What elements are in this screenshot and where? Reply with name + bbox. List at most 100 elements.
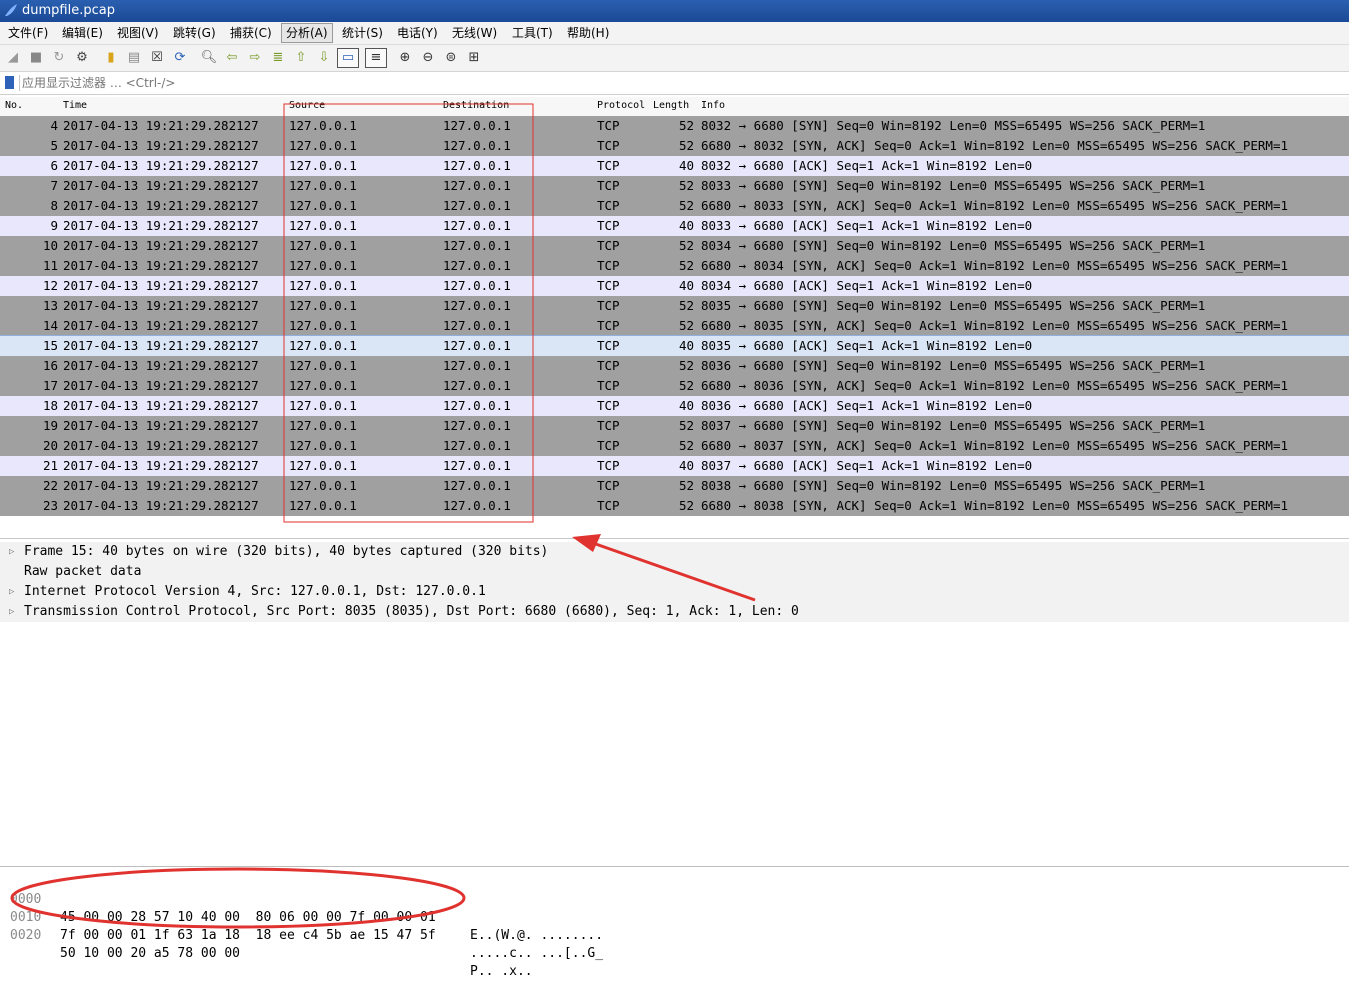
packet-length: 52 [678, 318, 694, 333]
packet-source: 127.0.0.1 [289, 178, 357, 193]
menu-tools[interactable]: 工具(T) [508, 24, 557, 42]
menu-analyze[interactable]: 分析(A) [281, 23, 333, 43]
restart-capture-icon[interactable]: ↻ [50, 49, 68, 67]
packet-row[interactable]: 10 2017-04-13 19:21:29.282127 127.0.0.1 127… [0, 236, 1349, 256]
go-back-icon[interactable]: ⇦ [223, 49, 241, 67]
last-packet-icon[interactable]: ⇩ [315, 49, 333, 67]
packet-info: 8037 → 6680 [ACK] Seq=1 Ack=1 Win=8192 L… [701, 458, 1033, 473]
column-header-length[interactable]: Length [653, 100, 689, 111]
zoom-out-icon[interactable]: ⊖ [419, 49, 437, 67]
packet-row[interactable]: 15 2017-04-13 19:21:29.282127 127.0.0.1 127… [0, 335, 1349, 357]
packet-length: 52 [678, 478, 694, 493]
packet-time: 2017-04-13 19:21:29.282127 [63, 358, 259, 373]
menu-go[interactable]: 跳转(G) [169, 24, 220, 42]
menu-telephony[interactable]: 电话(Y) [393, 24, 442, 42]
packet-number: 12 [42, 278, 58, 293]
expand-triangle-icon[interactable]: ▷ [9, 542, 14, 562]
save-file-icon[interactable]: ▤ [125, 49, 143, 67]
packet-row[interactable]: 13 2017-04-13 19:21:29.282127 127.0.0.1 127… [0, 296, 1349, 316]
bytes-row[interactable]: 0000 45 00 00 28 57 10 40 00 80 06 00 00… [0, 873, 1349, 943]
detail-tcp[interactable]: ▷ Transmission Control Protocol, Src Por… [0, 602, 1349, 622]
packet-length: 52 [678, 138, 694, 153]
colorize-icon[interactable]: ≡ [365, 48, 387, 68]
menu-file[interactable]: 文件(F) [4, 24, 52, 42]
detail-raw-data[interactable]: Raw packet data [0, 562, 1349, 582]
go-forward-icon[interactable]: ⇨ [246, 49, 264, 67]
packet-row[interactable]: 23 2017-04-13 19:21:29.282127 127.0.0.1 127… [0, 496, 1349, 516]
close-file-icon[interactable]: ☒ [148, 49, 166, 67]
packet-list: No. Time Source Destination Protocol Len… [0, 97, 1349, 533]
resize-columns-icon[interactable]: ⊞ [465, 49, 483, 67]
packet-row[interactable]: 6 2017-04-13 19:21:29.282127 127.0.0.1 127.… [0, 156, 1349, 176]
detail-frame[interactable]: ▷ Frame 15: 40 bytes on wire (320 bits),… [0, 542, 1349, 562]
menu-view[interactable]: 视图(V) [113, 24, 163, 42]
packet-source: 127.0.0.1 [289, 298, 357, 313]
menu-capture[interactable]: 捕获(C) [226, 24, 276, 42]
packet-destination: 127.0.0.1 [443, 258, 511, 273]
packet-row[interactable]: 9 2017-04-13 19:21:29.282127 127.0.0.1 127.… [0, 216, 1349, 236]
packet-protocol: TCP [597, 258, 620, 273]
packet-row[interactable]: 12 2017-04-13 19:21:29.282127 127.0.0.1 127… [0, 276, 1349, 296]
start-capture-icon[interactable]: ◢ [4, 49, 22, 67]
packet-row[interactable]: 5 2017-04-13 19:21:29.282127 127.0.0.1 127.… [0, 136, 1349, 156]
expand-triangle-icon[interactable]: ▷ [9, 582, 14, 602]
packet-row[interactable]: 20 2017-04-13 19:21:29.282127 127.0.0.1 127… [0, 436, 1349, 456]
packet-row[interactable]: 4 2017-04-13 19:21:29.282127 127.0.0.1 127.… [0, 116, 1349, 136]
packet-source: 127.0.0.1 [289, 438, 357, 453]
packet-row[interactable]: 16 2017-04-13 19:21:29.282127 127.0.0.1 127… [0, 356, 1349, 376]
packet-row[interactable]: 14 2017-04-13 19:21:29.282127 127.0.0.1 127… [0, 316, 1349, 336]
filter-bookmark-icon[interactable] [5, 76, 14, 89]
bytes-row[interactable]: 0020 50 10 00 20 a5 78 00 00 P.. .x.. [0, 909, 1349, 979]
capture-options-icon[interactable]: ⚙ [73, 49, 91, 67]
packet-protocol: TCP [597, 198, 620, 213]
column-header-destination[interactable]: Destination [443, 100, 509, 111]
packet-row[interactable]: 11 2017-04-13 19:21:29.282127 127.0.0.1 127… [0, 256, 1349, 276]
packet-number: 21 [42, 458, 58, 473]
packet-destination: 127.0.0.1 [443, 458, 511, 473]
go-to-packet-icon[interactable]: ≣ [269, 49, 287, 67]
menu-help[interactable]: 帮助(H) [563, 24, 613, 42]
packet-protocol: TCP [597, 278, 620, 293]
display-filter-input[interactable] [22, 74, 1342, 91]
auto-scroll-icon[interactable]: ▭ [337, 48, 359, 68]
packet-protocol: TCP [597, 418, 620, 433]
packet-row[interactable]: 19 2017-04-13 19:21:29.282127 127.0.0.1 127… [0, 416, 1349, 436]
packet-source: 127.0.0.1 [289, 198, 357, 213]
packet-row[interactable]: 22 2017-04-13 19:21:29.282127 127.0.0.1 127… [0, 476, 1349, 496]
packet-time: 2017-04-13 19:21:29.282127 [63, 378, 259, 393]
menu-edit[interactable]: 编辑(E) [58, 24, 107, 42]
packet-row[interactable]: 18 2017-04-13 19:21:29.282127 127.0.0.1 127… [0, 396, 1349, 416]
packet-protocol: TCP [597, 338, 620, 353]
packet-row[interactable]: 21 2017-04-13 19:21:29.282127 127.0.0.1 127… [0, 456, 1349, 476]
menu-wireless[interactable]: 无线(W) [448, 24, 501, 42]
packet-row[interactable]: 7 2017-04-13 19:21:29.282127 127.0.0.1 127.… [0, 176, 1349, 196]
bytes-row[interactable]: 0010 7f 00 00 01 1f 63 1a 18 18 ee c4 5b… [0, 891, 1349, 961]
packet-row[interactable]: 17 2017-04-13 19:21:29.282127 127.0.0.1 127… [0, 376, 1349, 396]
expand-triangle-icon[interactable]: ▷ [9, 602, 14, 622]
packet-destination: 127.0.0.1 [443, 178, 511, 193]
packet-time: 2017-04-13 19:21:29.282127 [63, 478, 259, 493]
column-header-time[interactable]: Time [63, 100, 87, 111]
reload-file-icon[interactable]: ⟳ [171, 49, 189, 67]
column-header-protocol[interactable]: Protocol [597, 100, 645, 111]
packet-protocol: TCP [597, 238, 620, 253]
display-filter-bar [0, 72, 1349, 95]
bytes-hex: 50 10 00 20 a5 78 00 00 [60, 946, 241, 961]
packet-info: 8033 → 6680 [SYN] Seq=0 Win=8192 Len=0 M… [701, 178, 1206, 193]
packet-length: 40 [678, 338, 694, 353]
packet-source: 127.0.0.1 [289, 498, 357, 513]
find-packet-icon[interactable]: 🔍︎ [200, 49, 218, 67]
packet-length: 40 [678, 158, 694, 173]
zoom-in-icon[interactable]: ⊕ [396, 49, 414, 67]
column-header-info[interactable]: Info [701, 100, 725, 111]
zoom-reset-icon[interactable]: ⊜ [442, 49, 460, 67]
packet-number: 17 [42, 378, 58, 393]
detail-ipv4[interactable]: ▷ Internet Protocol Version 4, Src: 127.… [0, 582, 1349, 602]
packet-row[interactable]: 8 2017-04-13 19:21:29.282127 127.0.0.1 127.… [0, 196, 1349, 216]
stop-capture-icon[interactable]: ■ [27, 49, 45, 67]
column-header-source[interactable]: Source [289, 100, 325, 111]
column-header-no[interactable]: No. [5, 100, 23, 111]
open-file-icon[interactable]: ▮ [102, 49, 120, 67]
menu-statistics[interactable]: 统计(S) [338, 24, 387, 42]
first-packet-icon[interactable]: ⇧ [292, 49, 310, 67]
